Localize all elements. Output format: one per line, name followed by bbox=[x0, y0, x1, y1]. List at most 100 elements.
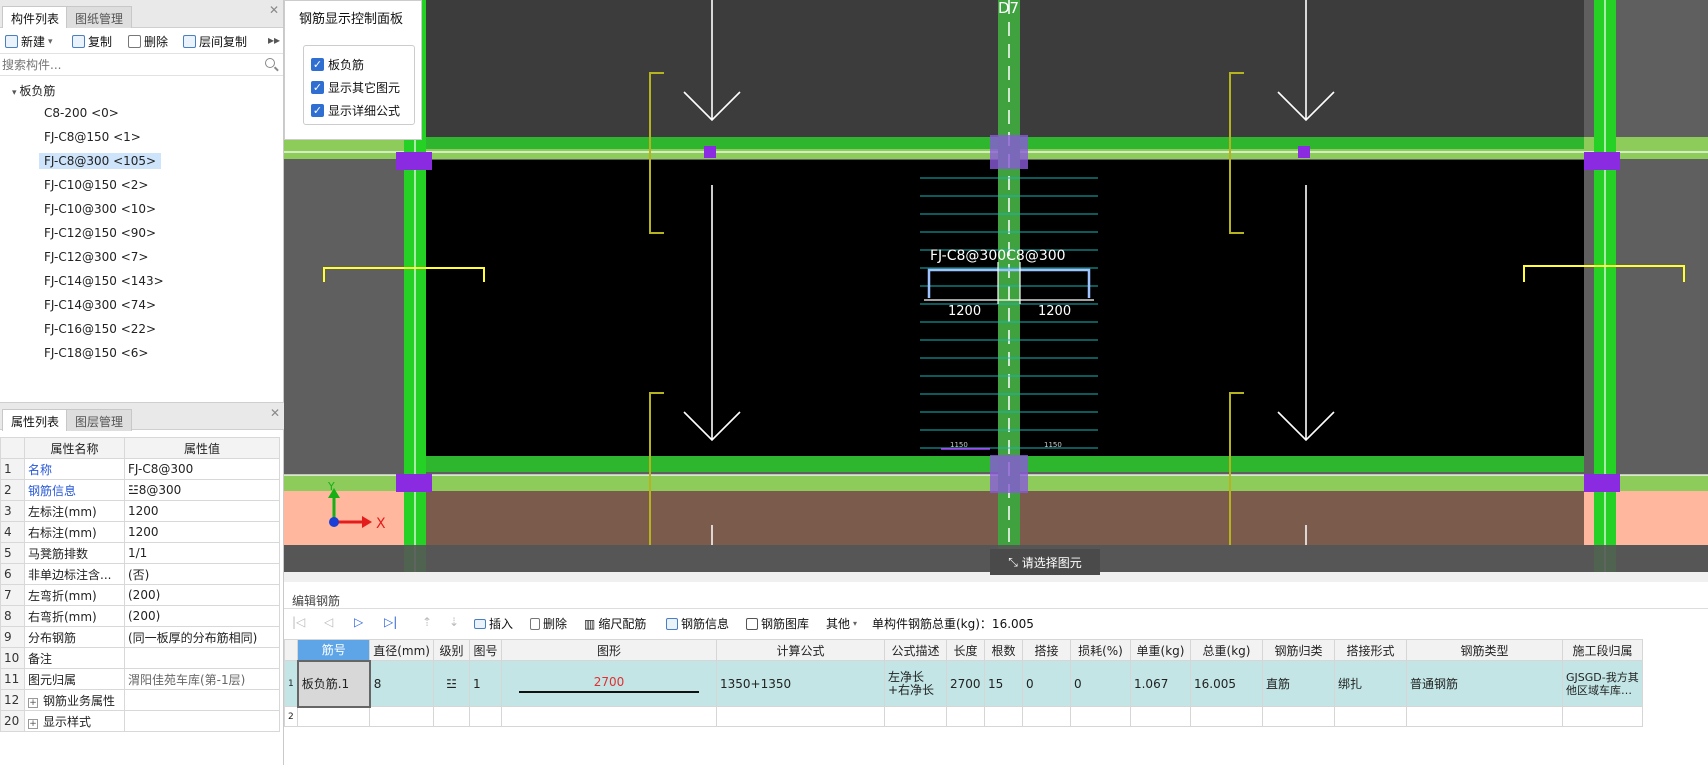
tree-item[interactable]: FJ-C18@150 <6> bbox=[44, 346, 148, 360]
property-panel: 属性列表 图层管理 ✕ 属性名称 属性值 1 名称 FJ-C8@300 2 钢筋信息 ☳… bbox=[0, 402, 284, 765]
checkbox-slab-negative[interactable]: ✓ 板负筋 bbox=[311, 56, 364, 73]
component-toolbar: 新建 ▾ 复制 删除 层间复制 ▸▸ bbox=[0, 28, 283, 54]
trash-icon bbox=[530, 617, 540, 630]
tree-item[interactable]: FJ-C14@300 <74> bbox=[44, 298, 156, 312]
tree-item[interactable]: FJ-C12@150 <90> bbox=[44, 226, 156, 240]
tab-property-list[interactable]: 属性列表 bbox=[2, 409, 69, 431]
search-input[interactable] bbox=[2, 56, 260, 74]
property-row[interactable]: 5 马凳筋排数 1/1 bbox=[0, 542, 280, 564]
canvas-drawing: FJ-C8@300C8@300 1200 1200 1150 1150 D7 X… bbox=[284, 0, 1708, 572]
dim-right: 1200 bbox=[1038, 304, 1071, 319]
property-row[interactable]: 10 备注 bbox=[0, 647, 280, 669]
check-icon: ✓ bbox=[311, 104, 324, 117]
last-record-icon[interactable]: ▷| bbox=[384, 615, 397, 629]
drawing-canvas[interactable]: FJ-C8@300C8@300 1200 1200 1150 1150 D7 X… bbox=[284, 0, 1708, 572]
property-name-header: 属性名称 bbox=[24, 437, 125, 459]
close-icon[interactable]: ✕ bbox=[270, 406, 280, 420]
property-row[interactable]: 20 + 显示样式 bbox=[0, 710, 280, 732]
property-row[interactable]: 12 + 钢筋业务属性 bbox=[0, 689, 280, 711]
tree-item[interactable]: C8-200 <0> bbox=[44, 106, 119, 120]
checkbox-show-other[interactable]: ✓ 显示其它图元 bbox=[311, 79, 400, 96]
rebar-label: FJ-C8@300C8@300 bbox=[930, 248, 1066, 264]
small-dim-left: 1150 bbox=[950, 441, 968, 449]
scale-rebar-button[interactable]: ▥ 缩尺配筋 bbox=[584, 615, 646, 632]
table-row[interactable]: 1 板负筋.1 8 ☳ 1 2700 1350+1350 左净长+右净长 270… bbox=[283, 659, 1643, 708]
tab-layer-manage[interactable]: 图层管理 bbox=[66, 409, 133, 431]
prev-record-icon[interactable]: ◁ bbox=[324, 615, 333, 629]
tree-item[interactable]: FJ-C14@150 <143> bbox=[44, 274, 164, 288]
editor-delete-button[interactable]: 删除 bbox=[530, 615, 567, 632]
other-dropdown[interactable]: 其他 ▾ bbox=[826, 615, 857, 632]
shape-cell[interactable]: 2700 bbox=[500, 660, 717, 707]
control-panel-title: 钢筋显示控制面板 bbox=[299, 12, 404, 27]
rebar-library-button[interactable]: 钢筋图库 bbox=[746, 615, 809, 632]
table-row[interactable]: 2 bbox=[283, 706, 1643, 727]
copy-button[interactable]: 复制 bbox=[72, 33, 112, 50]
delete-button[interactable]: 删除 bbox=[128, 33, 168, 50]
expand-plus-icon[interactable]: + bbox=[28, 718, 38, 729]
search-icon[interactable] bbox=[265, 58, 275, 68]
axis-label: D7 bbox=[998, 0, 1019, 17]
insert-button[interactable]: 插入 bbox=[474, 615, 513, 632]
property-table: 属性名称 属性值 1 名称 FJ-C8@300 2 钢筋信息 ☳8@300 3 左标注(m… bbox=[0, 437, 280, 732]
tab-component-list[interactable]: 构件列表 bbox=[2, 6, 69, 28]
library-icon bbox=[746, 617, 758, 630]
dim-left: 1200 bbox=[948, 304, 981, 319]
tree-item[interactable]: FJ-C16@150 <22> bbox=[44, 322, 156, 336]
property-row[interactable]: 3 左标注(mm) 1200 bbox=[0, 500, 280, 522]
tab-drawing-manage[interactable]: 图纸管理 bbox=[66, 6, 133, 28]
component-tree: ▾ 板负筋 C8-200 <0> FJ-C8@150 <1> FJ-C8@300… bbox=[0, 76, 283, 394]
floor-copy-button[interactable]: 层间复制 bbox=[183, 33, 247, 50]
more-chevron-icon[interactable]: ▸▸ bbox=[268, 33, 280, 47]
check-icon: ✓ bbox=[311, 58, 324, 71]
property-row[interactable]: 7 左弯折(mm) (200) bbox=[0, 584, 280, 606]
rebar-table-header: 筋号 直径(mm) 级别 图号 图形 计算公式 公式描述 长度 根数 搭接 损耗… bbox=[283, 639, 1643, 661]
rebar-info-button[interactable]: 钢筋信息 bbox=[666, 615, 729, 632]
new-icon bbox=[5, 35, 18, 48]
ruler-icon: ▥ bbox=[584, 616, 596, 631]
property-header-row: 属性名称 属性值 bbox=[0, 437, 280, 459]
check-icon: ✓ bbox=[311, 81, 324, 94]
property-row[interactable]: 9 分布钢筋 (同一板厚的分布筋相同) bbox=[0, 626, 280, 648]
property-value-header: 属性值 bbox=[124, 437, 280, 459]
expand-plus-icon[interactable]: + bbox=[28, 697, 38, 708]
tree-item[interactable]: FJ-C10@150 <2> bbox=[44, 178, 148, 192]
trash-icon bbox=[128, 35, 141, 48]
total-weight: 单构件钢筋总重(kg)：16.005 bbox=[872, 617, 1034, 631]
new-button[interactable]: 新建 ▾ bbox=[5, 33, 53, 50]
tree-item[interactable]: FJ-C10@300 <10> bbox=[44, 202, 156, 216]
copy-icon bbox=[72, 35, 85, 48]
property-row[interactable]: 1 名称 FJ-C8@300 bbox=[0, 458, 280, 480]
move-down-icon[interactable]: ⇣ bbox=[449, 615, 459, 629]
close-icon[interactable]: ✕ bbox=[269, 3, 279, 17]
first-record-icon[interactable]: |◁ bbox=[292, 615, 305, 629]
cursor-icon: ⤡ bbox=[1008, 554, 1018, 569]
select-hint: ⤡ 请选择图元 bbox=[990, 549, 1100, 575]
tree-item-selected[interactable]: FJ-C8@300 <105> bbox=[39, 153, 162, 169]
info-icon bbox=[666, 617, 678, 630]
next-record-icon[interactable]: ▷ bbox=[354, 615, 363, 629]
chevron-down-icon: ▾ bbox=[853, 619, 858, 628]
rebar-editor: 编辑钢筋 |◁ ◁ ▷ ▷| ⇡ ⇣ 插入 删除 ▥ 缩尺配筋 钢筋信息 钢筋图库… bbox=[283, 582, 1708, 765]
property-row[interactable]: 8 右弯折(mm) (200) bbox=[0, 605, 280, 627]
search-row bbox=[0, 54, 283, 76]
property-row[interactable]: 2 钢筋信息 ☳8@300 bbox=[0, 479, 280, 501]
axis-y-label: Y bbox=[327, 480, 335, 493]
small-dim-right: 1150 bbox=[1044, 441, 1062, 449]
tree-root[interactable]: ▾ 板负筋 bbox=[12, 82, 55, 99]
editor-title: 编辑钢筋 bbox=[292, 594, 341, 608]
component-tabbar: 构件列表 图纸管理 ✕ bbox=[0, 0, 283, 28]
tree-item[interactable]: FJ-C12@300 <7> bbox=[44, 250, 148, 264]
property-tabbar: 属性列表 图层管理 ✕ bbox=[0, 402, 284, 431]
move-up-icon[interactable]: ⇡ bbox=[422, 615, 432, 629]
checkbox-show-formula[interactable]: ✓ 显示详细公式 bbox=[311, 102, 400, 119]
floor-copy-icon bbox=[183, 35, 196, 48]
property-row[interactable]: 4 右标注(mm) 1200 bbox=[0, 521, 280, 543]
straight-bar-shape bbox=[518, 690, 699, 693]
rebar-display-control-panel: 钢筋显示控制面板 ✓ 板负筋 ✓ 显示其它图元 ✓ 显示详细公式 bbox=[284, 0, 422, 140]
property-row[interactable]: 6 非单边标注含... (否) bbox=[0, 563, 280, 585]
property-row[interactable]: 11 图元归属 渭阳佳苑车库(第-1层) bbox=[0, 668, 280, 690]
rebar-table: 筋号 直径(mm) 级别 图号 图形 计算公式 公式描述 长度 根数 搭接 损耗… bbox=[283, 639, 1643, 727]
tree-item[interactable]: FJ-C8@150 <1> bbox=[44, 130, 141, 144]
insert-icon bbox=[474, 618, 486, 629]
